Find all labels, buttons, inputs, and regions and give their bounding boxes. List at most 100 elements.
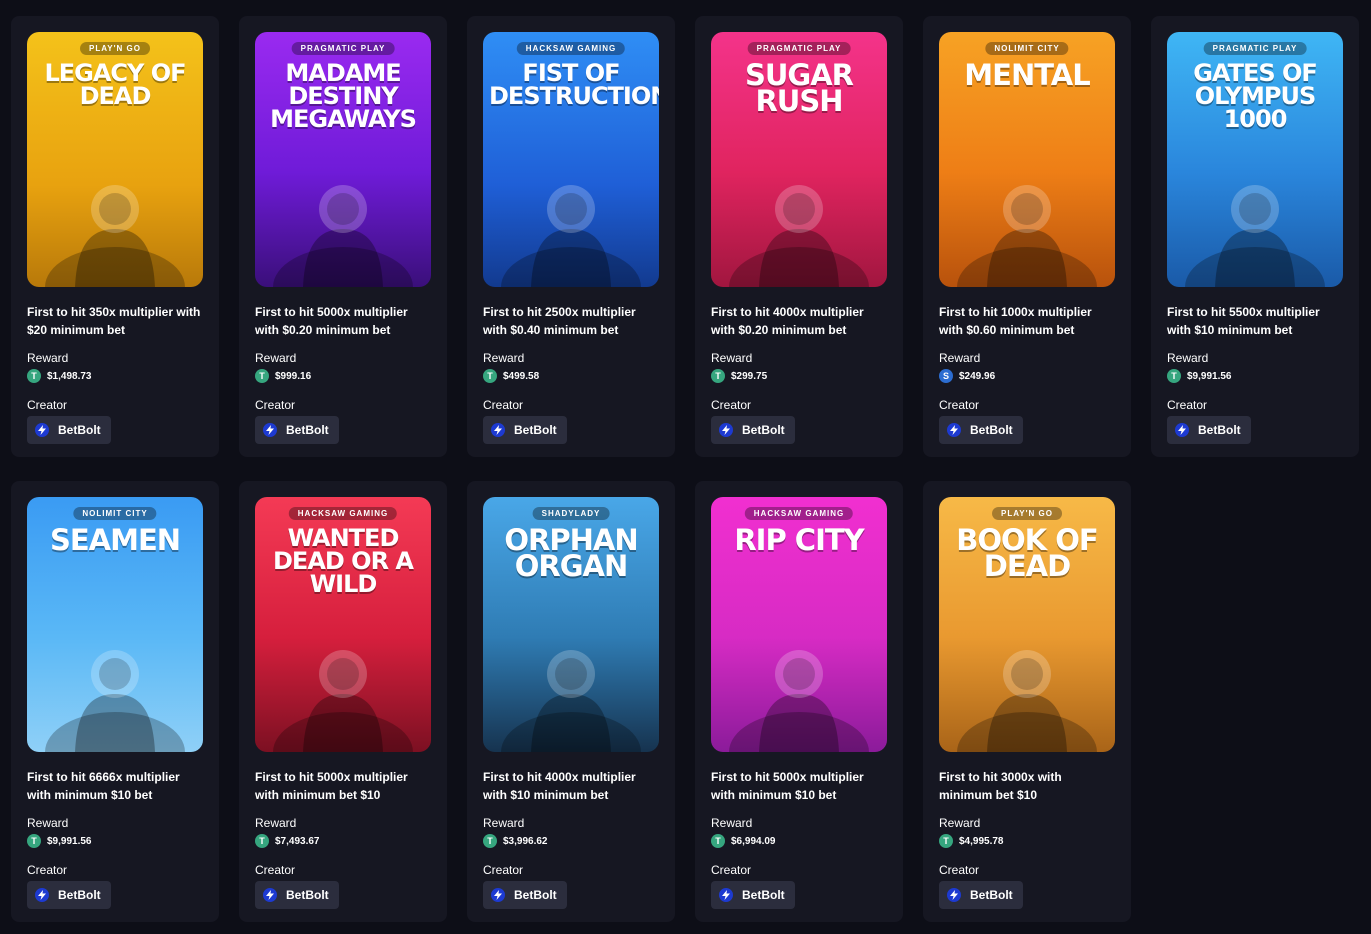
lightning-bolt-icon [35,423,49,437]
challenge-card[interactable]: PRAGMATIC PLAY GATES OF OLYMPUS 1000 Fir… [1151,16,1359,457]
creator-button[interactable]: BetBolt [939,881,1023,909]
game-thumbnail[interactable]: PRAGMATIC PLAY SUGAR RUSH [711,32,887,287]
tether-coin-icon: T [255,369,269,383]
game-thumbnail[interactable]: NOLIMIT CITY MENTAL [939,32,1115,287]
creator-name: BetBolt [970,423,1013,437]
game-thumbnail[interactable]: HACKSAW GAMING RIP CITY [711,497,887,752]
creator-button[interactable]: BetBolt [255,881,339,909]
reward-label: Reward [483,816,525,830]
challenge-card[interactable]: HACKSAW GAMING RIP CITY First to hit 500… [695,481,903,922]
provider-badge: PLAY'N GO [80,42,150,55]
challenge-card[interactable]: PLAY'N GO BOOK OF DEAD First to hit 3000… [923,481,1131,922]
tether-coin-icon: T [483,369,497,383]
game-title-art: WANTED DEAD OR A WILD [273,524,414,598]
lightning-bolt-icon [719,423,733,437]
provider-badge: HACKSAW GAMING [744,507,854,520]
creator-button[interactable]: BetBolt [27,416,111,444]
creator-name: BetBolt [514,888,557,902]
challenge-card[interactable]: PRAGMATIC PLAY SUGAR RUSH First to hit 4… [695,16,903,457]
tether-coin-icon: T [1167,369,1181,383]
creator-button[interactable]: BetBolt [483,881,567,909]
game-thumbnail[interactable]: HACKSAW GAMING WANTED DEAD OR A WILD [255,497,431,752]
game-title-art: FIST OF DESTRUCTION [489,59,659,110]
reward-label: Reward [939,351,981,365]
challenge-card[interactable]: SHADYLADY ORPHAN ORGAN First to hit 4000… [467,481,675,922]
provider-badge: HACKSAW GAMING [288,507,398,520]
lightning-bolt-icon [947,888,961,902]
reward-label: Reward [27,816,69,830]
creator-button[interactable]: BetBolt [483,416,567,444]
provider-badge: PRAGMATIC PLAY [747,42,851,55]
lightning-bolt-icon [491,423,505,437]
game-title-art: MADAME DESTINY MEGAWAYS [270,59,417,133]
tether-coin-icon: T [711,834,725,848]
reward-amount: $9,991.56 [47,835,92,847]
game-thumbnail[interactable]: PLAY'N GO BOOK OF DEAD [939,497,1115,752]
challenge-card[interactable]: HACKSAW GAMING FIST OF DESTRUCTION First… [467,16,675,457]
reward-label: Reward [939,816,981,830]
reward-row: T $9,991.56 [27,834,203,848]
creator-label: Creator [711,398,752,412]
reward-amount: $3,996.62 [503,835,548,847]
reward-label: Reward [255,816,297,830]
reward-amount: $499.58 [503,370,540,382]
reward-amount: $299.75 [731,370,768,382]
creator-button[interactable]: BetBolt [27,881,111,909]
creator-button[interactable]: BetBolt [1167,416,1251,444]
creator-button[interactable]: BetBolt [711,416,795,444]
reward-row: T $7,493.67 [255,834,431,848]
creator-label: Creator [939,863,980,877]
challenge-card[interactable]: HACKSAW GAMING WANTED DEAD OR A WILD Fir… [239,481,447,922]
reward-label: Reward [1167,351,1209,365]
challenge-description: First to hit 5000x multiplier with minim… [711,770,864,802]
challenge-grid: PLAY'N GO LEGACY OF DEAD First to hit 35… [11,16,1359,922]
creator-button[interactable]: BetBolt [939,416,1023,444]
lightning-bolt-icon [263,423,277,437]
game-thumbnail[interactable]: HACKSAW GAMING FIST OF DESTRUCTION [483,32,659,287]
game-thumbnail[interactable]: PRAGMATIC PLAY GATES OF OLYMPUS 1000 [1167,32,1343,287]
creator-label: Creator [255,863,296,877]
tether-coin-icon: T [483,834,497,848]
lightning-bolt-icon [1175,423,1189,437]
reward-amount: $7,493.67 [275,835,320,847]
reward-label: Reward [711,816,753,830]
creator-button[interactable]: BetBolt [255,416,339,444]
provider-badge: PRAGMATIC PLAY [291,42,395,55]
challenge-card[interactable]: PRAGMATIC PLAY MADAME DESTINY MEGAWAYS F… [239,16,447,457]
challenge-description: First to hit 2500x multiplier with $0.40… [483,305,636,337]
reward-amount: $9,991.56 [1187,370,1232,382]
reward-row: T $1,498.73 [27,369,203,383]
challenge-card[interactable]: NOLIMIT CITY SEAMEN First to hit 6666x m… [11,481,219,922]
game-character-art [501,185,641,287]
challenge-card[interactable]: NOLIMIT CITY MENTAL First to hit 1000x m… [923,16,1131,457]
reward-label: Reward [27,351,69,365]
creator-name: BetBolt [58,888,101,902]
challenge-description: First to hit 5000x multiplier with minim… [255,770,408,802]
provider-badge: SHADYLADY [532,507,610,520]
reward-row: T $299.75 [711,369,887,383]
reward-amount: $1,498.73 [47,370,92,382]
challenge-description: First to hit 3000x with minimum bet $10 [939,770,1062,802]
reward-row: T $499.58 [483,369,659,383]
game-thumbnail[interactable]: PLAY'N GO LEGACY OF DEAD [27,32,203,287]
reward-amount: $6,994.09 [731,835,776,847]
game-thumbnail[interactable]: PRAGMATIC PLAY MADAME DESTINY MEGAWAYS [255,32,431,287]
lightning-bolt-icon [491,888,505,902]
provider-badge: HACKSAW GAMING [516,42,626,55]
reward-amount: $999.16 [275,370,312,382]
provider-badge: NOLIMIT CITY [73,507,157,520]
creator-label: Creator [483,863,524,877]
creator-name: BetBolt [742,888,785,902]
game-thumbnail[interactable]: SHADYLADY ORPHAN ORGAN [483,497,659,752]
creator-button[interactable]: BetBolt [711,881,795,909]
reward-label: Reward [711,351,753,365]
reward-amount: $249.96 [959,370,996,382]
challenge-card[interactable]: PLAY'N GO LEGACY OF DEAD First to hit 35… [11,16,219,457]
lightning-bolt-icon [35,888,49,902]
challenge-description: First to hit 5000x multiplier with $0.20… [255,305,408,337]
reward-amount: $4,995.78 [959,835,1004,847]
lightning-bolt-icon [263,888,277,902]
game-thumbnail[interactable]: NOLIMIT CITY SEAMEN [27,497,203,752]
creator-name: BetBolt [286,888,329,902]
creator-name: BetBolt [514,423,557,437]
